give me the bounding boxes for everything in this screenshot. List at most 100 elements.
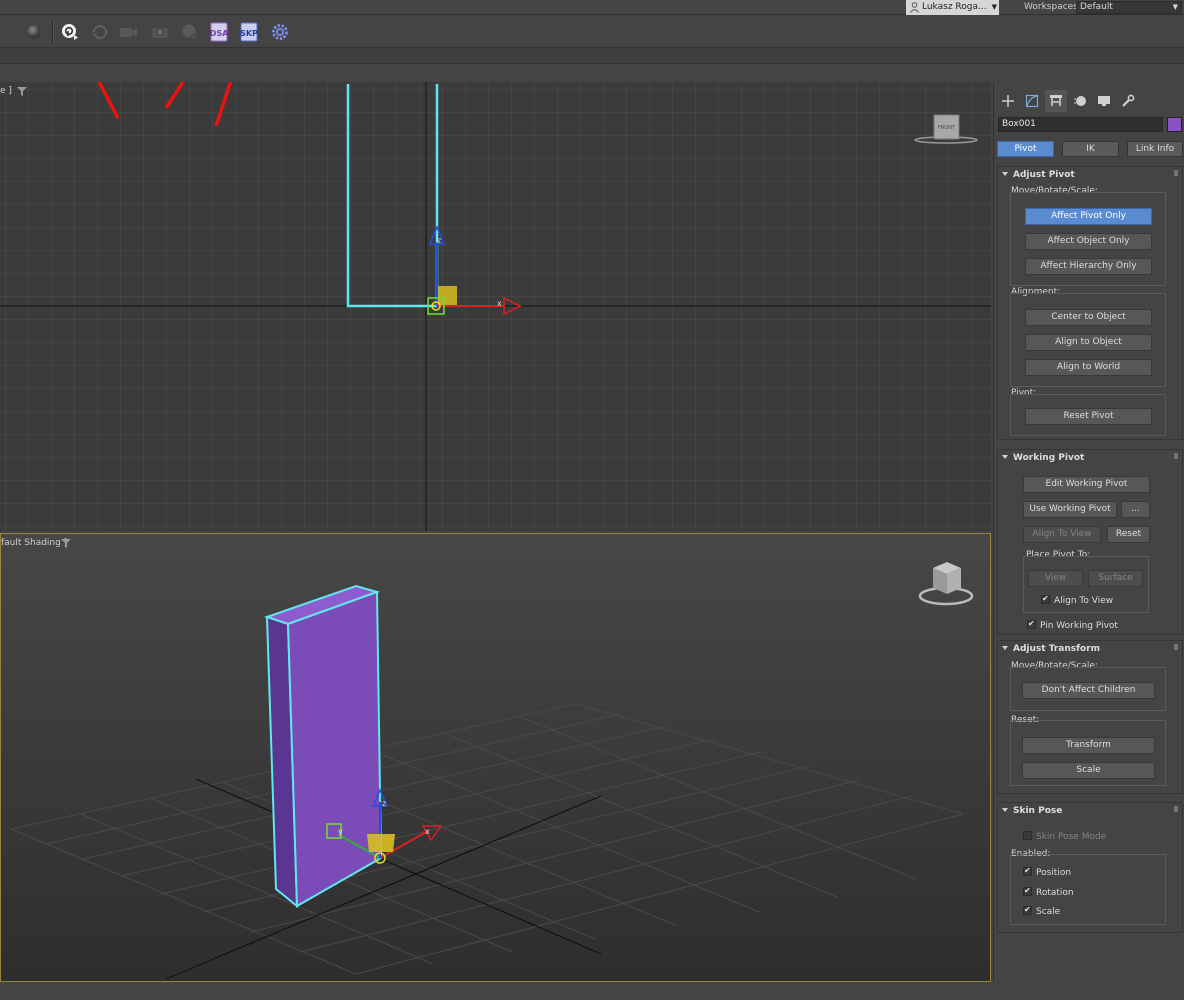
reset-transform-button[interactable]: Transform bbox=[1022, 737, 1155, 754]
command-panel-tabs bbox=[994, 90, 1184, 112]
tab-ik[interactable]: IK bbox=[1062, 141, 1119, 157]
pin-working-pivot-checkbox[interactable]: Pin Working Pivot bbox=[1027, 618, 1118, 632]
display-icon[interactable] bbox=[1093, 90, 1115, 112]
workspace-value: Default bbox=[1080, 2, 1113, 12]
object-name-input[interactable]: Box001 bbox=[998, 117, 1163, 132]
adjust-pivot-rollout: Adjust Pivot Move/Rotate/Scale: Affect P… bbox=[997, 166, 1183, 440]
adjust-transform-title: Adjust Transform bbox=[1013, 644, 1101, 654]
checkbox-icon bbox=[1023, 831, 1032, 840]
skp-label: SKP bbox=[240, 29, 258, 38]
place-pivot-surface-button[interactable]: Surface bbox=[1088, 570, 1143, 587]
workspaces-select[interactable]: Default ▼ bbox=[1076, 1, 1182, 14]
working-pivot-more-button[interactable]: ... bbox=[1121, 501, 1150, 518]
dsa-label: DSA bbox=[210, 29, 229, 38]
adjust-pivot-header[interactable]: Adjust Pivot bbox=[1002, 167, 1075, 183]
create-icon[interactable] bbox=[997, 90, 1019, 112]
dsa-export-icon[interactable]: DSA bbox=[209, 22, 229, 42]
skin-pose-title: Skin Pose bbox=[1013, 806, 1063, 816]
rollout-drag-handle-icon[interactable] bbox=[1174, 644, 1178, 650]
perspective-viewport-canvas: x y z bbox=[10, 562, 974, 980]
tab-link-info[interactable]: Link Info bbox=[1127, 141, 1183, 157]
collapse-icon bbox=[1002, 172, 1008, 176]
filter-icon[interactable] bbox=[61, 539, 71, 548]
rotation-checkbox[interactable]: Rotation bbox=[1023, 885, 1074, 899]
axis-x-label: x bbox=[497, 299, 502, 308]
center-to-object-button[interactable]: Center to Object bbox=[1025, 309, 1152, 326]
render-play-icon[interactable] bbox=[60, 22, 80, 42]
main-toolbar: DSA SKP bbox=[0, 16, 1184, 47]
viewport-header-strip bbox=[0, 64, 1184, 82]
skin-pose-header[interactable]: Skin Pose bbox=[1002, 803, 1062, 819]
affect-pivot-only-button[interactable]: Affect Pivot Only bbox=[1025, 208, 1152, 225]
working-pivot-title: Working Pivot bbox=[1013, 453, 1085, 463]
utilities-icon[interactable] bbox=[1117, 90, 1139, 112]
rollout-drag-handle-icon[interactable] bbox=[1174, 170, 1178, 176]
title-bar: Lukasz Roga... ▼ Workspaces: Default ▼ bbox=[0, 0, 1184, 15]
perspective-viewport[interactable]: x y z fault Shading ] bbox=[0, 533, 991, 982]
front-viewport-label[interactable]: e ] bbox=[0, 86, 12, 96]
rollout-drag-handle-icon[interactable] bbox=[1174, 806, 1178, 812]
use-working-pivot-button[interactable]: Use Working Pivot bbox=[1023, 501, 1117, 518]
reset-pivot-button[interactable]: Reset Pivot bbox=[1025, 408, 1152, 425]
dont-affect-children-button[interactable]: Don't Affect Children bbox=[1022, 682, 1155, 699]
modify-icon[interactable] bbox=[1021, 90, 1043, 112]
command-panel: Box001 Pivot IK Link Info Adjust Pivot M… bbox=[993, 82, 1184, 982]
align-to-object-button[interactable]: Align to Object bbox=[1025, 334, 1152, 351]
front-viewport-canvas: x z FRONT bbox=[0, 82, 991, 531]
front-viewport[interactable]: x z FRONT e ] bbox=[0, 82, 991, 531]
skp-export-icon[interactable]: SKP bbox=[239, 22, 259, 42]
skin-pose-mode-label: Skin Pose Mode bbox=[1036, 832, 1107, 842]
position-checkbox[interactable]: Position bbox=[1023, 865, 1072, 879]
skin-pose-rollout: Skin Pose Skin Pose Mode Enabled: Positi… bbox=[997, 802, 1183, 933]
user-icon bbox=[910, 2, 919, 13]
object-color-swatch[interactable] bbox=[1167, 117, 1182, 132]
rotation-label: Rotation bbox=[1036, 888, 1074, 898]
align-to-view-checkbox[interactable]: Align To View bbox=[1041, 593, 1113, 607]
working-pivot-header[interactable]: Working Pivot bbox=[1002, 450, 1084, 466]
render-sphere-icon[interactable] bbox=[24, 22, 44, 42]
status-bar bbox=[0, 982, 1184, 1000]
collapse-icon bbox=[1002, 808, 1008, 812]
perspective-viewport-label[interactable]: fault Shading ] bbox=[1, 538, 67, 548]
purple-box-object[interactable] bbox=[263, 584, 383, 909]
adjust-pivot-title: Adjust Pivot bbox=[1013, 170, 1075, 180]
pin-working-pivot-label: Pin Working Pivot bbox=[1040, 621, 1118, 631]
gear-icon[interactable] bbox=[270, 22, 290, 42]
align-to-view-button[interactable]: Align To View bbox=[1023, 526, 1101, 543]
camera-icon[interactable] bbox=[118, 22, 138, 42]
place-pivot-view-button[interactable]: View bbox=[1028, 570, 1083, 587]
affect-hierarchy-only-button[interactable]: Affect Hierarchy Only bbox=[1025, 258, 1152, 275]
render-window-icon[interactable] bbox=[150, 22, 170, 42]
collapse-icon bbox=[1002, 646, 1008, 650]
affect-object-only-button[interactable]: Affect Object Only bbox=[1025, 233, 1152, 250]
rollout-drag-handle-icon[interactable] bbox=[1174, 453, 1178, 459]
user-account-menu[interactable]: Lukasz Roga... ▼ bbox=[906, 0, 999, 15]
perspective-grid bbox=[10, 703, 964, 975]
checkbox-check-icon bbox=[1027, 618, 1036, 629]
filter-icon[interactable] bbox=[17, 87, 27, 96]
edit-working-pivot-button[interactable]: Edit Working Pivot bbox=[1023, 476, 1150, 493]
render-refresh-icon[interactable] bbox=[90, 22, 110, 42]
axis-x-label: x bbox=[425, 827, 430, 836]
axis-z-label: z bbox=[437, 236, 441, 245]
align-to-world-button[interactable]: Align to World bbox=[1025, 359, 1152, 376]
scale-label: Scale bbox=[1036, 907, 1061, 917]
checkbox-check-icon bbox=[1023, 865, 1032, 876]
sphere-environment-icon[interactable] bbox=[180, 22, 200, 42]
view-cube-perspective[interactable] bbox=[918, 562, 974, 606]
app-window: Lukasz Roga... ▼ Workspaces: Default ▼ D… bbox=[0, 0, 1184, 1000]
motion-icon[interactable] bbox=[1069, 90, 1091, 112]
tab-pivot[interactable]: Pivot bbox=[997, 141, 1054, 157]
toolbar-separator bbox=[52, 20, 54, 44]
working-pivot-reset-button[interactable]: Reset bbox=[1107, 526, 1150, 543]
perspective-axis-x bbox=[165, 795, 602, 980]
hierarchy-icon[interactable] bbox=[1045, 90, 1067, 112]
user-name: Lukasz Roga... bbox=[922, 2, 987, 12]
scale-checkbox[interactable]: Scale bbox=[1023, 904, 1061, 918]
reset-scale-button[interactable]: Scale bbox=[1022, 762, 1155, 779]
adjust-transform-header[interactable]: Adjust Transform bbox=[1002, 641, 1100, 657]
position-label: Position bbox=[1036, 868, 1072, 878]
secondary-toolbar bbox=[0, 47, 1184, 64]
skin-pose-mode-checkbox[interactable]: Skin Pose Mode bbox=[1023, 831, 1106, 843]
checkbox-check-icon bbox=[1023, 885, 1032, 896]
